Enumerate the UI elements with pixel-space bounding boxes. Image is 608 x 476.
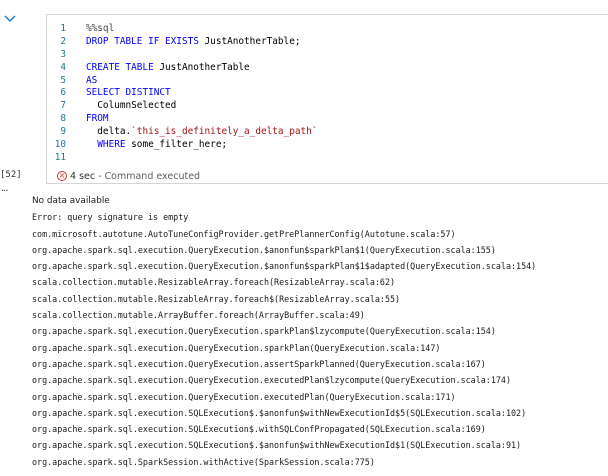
code-line[interactable]: 3	[47, 49, 317, 62]
stack-trace-line: org.apache.spark.sql.execution.QueryExec…	[32, 358, 486, 369]
code-token: AS	[86, 74, 98, 86]
line-number: 9	[60, 126, 66, 138]
code-text: DROP TABLE IF EXISTS JustAnotherTable;	[86, 36, 300, 49]
code-text: CREATE TABLE JustAnotherTable	[86, 62, 250, 75]
stack-trace-line: org.apache.spark.sql.execution.SQLExecut…	[32, 440, 522, 451]
stack-trace-line: org.apache.spark.sql.execution.QueryExec…	[32, 244, 496, 255]
code-editor[interactable]: 1 %%sql 2 DROP TABLE IF EXISTS JustAnotherT…	[47, 23, 318, 165]
code-token: delta.	[86, 126, 132, 138]
more-options-icon[interactable]: ···	[1, 186, 8, 197]
code-text: SELECT DISTINCT	[86, 87, 171, 100]
line-number: 3	[60, 48, 66, 60]
code-text: AS	[86, 75, 97, 88]
code-token: JustAnotherTable	[159, 61, 250, 73]
code-line[interactable]: 6 SELECT DISTINCT	[47, 87, 317, 100]
execution-label: Command executed	[104, 170, 201, 182]
code-token: some_filter_here;	[131, 139, 228, 151]
code-text: delta.`this_is_definitely_a_delta_path`	[86, 126, 317, 139]
code-token: DROP TABLE IF EXISTS	[86, 35, 205, 47]
line-number: 10	[54, 139, 66, 151]
code-line[interactable]: 8 FROM	[47, 113, 317, 126]
code-line[interactable]: 5 AS	[47, 75, 317, 88]
code-text: ColumnSelected	[86, 100, 176, 113]
code-token: ColumnSelected	[86, 100, 177, 112]
line-number: 2	[60, 35, 66, 47]
stack-trace-line: org.apache.spark.sql.execution.QueryExec…	[32, 342, 441, 353]
execution-status: × 4 sec - Command executed	[57, 169, 200, 183]
code-line[interactable]: 10 WHERE some_filter_here;	[47, 139, 317, 152]
code-cell[interactable]: 1 %%sql 2 DROP TABLE IF EXISTS JustAnotherT…	[46, 14, 608, 184]
execution-separator: -	[98, 170, 102, 182]
code-line[interactable]: 11	[47, 152, 317, 165]
line-number: 4	[60, 61, 66, 73]
code-token: SELECT DISTINCT	[86, 87, 171, 99]
stack-trace-line: com.microsoft.autotune.AutoTuneConfigPro…	[32, 228, 456, 239]
code-line[interactable]: 9 delta.`this_is_definitely_a_delta_path…	[47, 126, 317, 139]
line-number: 6	[60, 87, 66, 99]
stack-trace-line: org.apache.spark.sql.execution.SQLExecut…	[32, 424, 486, 435]
stack-trace-line: org.apache.spark.sql.execution.SQLExecut…	[32, 407, 527, 418]
code-token: JustAnotherTable;	[204, 35, 301, 47]
stack-trace-line: org.apache.spark.sql.execution.QueryExec…	[32, 326, 496, 337]
code-token: WHERE	[86, 139, 132, 151]
code-line[interactable]: 4 CREATE TABLE JustAnotherTable	[47, 62, 317, 75]
execution-duration: 4 sec	[70, 170, 96, 182]
chevron-down-icon[interactable]	[3, 14, 17, 24]
stack-trace-line: org.apache.spark.sql.execution.QueryExec…	[32, 375, 512, 386]
code-text: WHERE some_filter_here;	[86, 139, 227, 152]
stack-trace-line: scala.collection.mutable.ResizableArray.…	[32, 277, 396, 288]
line-number: 5	[60, 74, 66, 86]
code-line[interactable]: 7 ColumnSelected	[47, 100, 317, 113]
stack-trace-line: scala.collection.mutable.ArrayBuffer.for…	[32, 310, 365, 321]
no-data-message: No data available	[32, 196, 110, 206]
code-token: CREATE TABLE	[86, 61, 160, 73]
line-number: 1	[60, 23, 66, 34]
code-line[interactable]: 2 DROP TABLE IF EXISTS JustAnotherTable;	[47, 36, 317, 49]
code-text: %%sql	[86, 23, 114, 36]
code-line[interactable]: 1 %%sql	[47, 23, 317, 36]
stack-trace-line: org.apache.spark.sql.execution.QueryExec…	[32, 391, 456, 402]
execution-count: [52]	[0, 170, 22, 180]
code-token: %%sql	[86, 23, 115, 34]
stack-trace-line: org.apache.spark.sql.SparkSession.withAc…	[32, 456, 375, 467]
stack-trace-line: scala.collection.mutable.ResizableArray.…	[32, 293, 401, 304]
code-token: `this_is_definitely_a_delta_path`	[131, 126, 318, 138]
line-number: 8	[60, 113, 66, 125]
code-token: FROM	[86, 113, 109, 125]
line-number: 11	[54, 151, 66, 163]
line-number: 7	[60, 100, 66, 112]
stack-trace-line: org.apache.spark.sql.execution.QueryExec…	[32, 261, 537, 272]
error-message: Error: query signature is empty	[32, 212, 189, 223]
code-text: FROM	[86, 113, 109, 126]
error-circle-icon: ×	[57, 171, 67, 181]
cell-output: No data available Error: query signature …	[32, 193, 602, 470]
